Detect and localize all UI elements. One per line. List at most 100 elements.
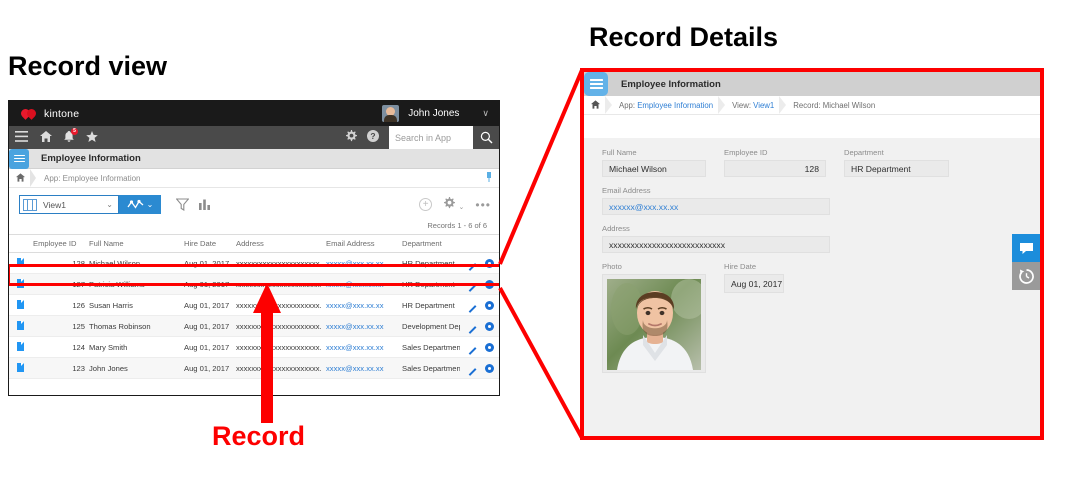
cell-email-address[interactable]: xxxxx@xxx.xx.xx <box>322 274 398 295</box>
user-menu[interactable]: John Jones ∨ <box>382 105 491 122</box>
star-icon[interactable] <box>86 131 98 144</box>
view-name: View1 <box>43 200 66 210</box>
gear-icon[interactable] <box>345 130 357 145</box>
column-header-full-name[interactable]: Full Name <box>85 235 180 253</box>
cell-email-address[interactable]: xxxxx@xxx.xx.xx <box>322 295 398 316</box>
record-doc-icon[interactable] <box>9 253 29 274</box>
breadcrumb-record: Record: Michael Wilson <box>793 101 875 110</box>
field-value-hire-date[interactable]: Aug 01, 2017 <box>724 274 784 293</box>
cell-department: Development Department <box>398 316 460 337</box>
detail-app-titlebar: Employee Information <box>584 72 1040 96</box>
kintone-logo[interactable]: kintone <box>21 108 79 120</box>
edit-record-icon[interactable] <box>468 364 477 373</box>
search-input[interactable] <box>389 128 473 147</box>
app-name: Employee Information <box>621 79 721 90</box>
comment-icon[interactable] <box>1012 234 1040 262</box>
column-header-department[interactable]: Department <box>398 235 460 253</box>
field-label-employee-id: Employee ID <box>724 148 826 157</box>
cell-email-address[interactable]: xxxxx@xxx.xx.xx <box>322 337 398 358</box>
settings-gear-icon[interactable]: ⌄ <box>443 197 464 212</box>
history-icon[interactable] <box>1012 262 1040 290</box>
cell-actions <box>460 295 500 316</box>
record-doc-icon[interactable] <box>9 337 29 358</box>
cell-actions <box>460 316 500 337</box>
breadcrumb-app[interactable]: App: Employee Information <box>619 101 713 110</box>
record-pointer-arrow <box>247 283 287 423</box>
detail-row-1: Full Name Michael Wilson Employee ID 128… <box>602 148 1040 177</box>
cell-email-address[interactable]: xxxxx@xxx.xx.xx <box>322 358 398 379</box>
cell-employee-id: 123 <box>29 358 85 379</box>
graph-icon[interactable] <box>193 195 215 215</box>
add-record-button[interactable]: + <box>419 198 432 211</box>
chart-toggle-button[interactable]: ⌄ <box>119 195 161 214</box>
record-details-title: Record Details <box>589 22 778 53</box>
column-header-address[interactable]: Address <box>232 235 322 253</box>
column-header-email-address[interactable]: Email Address <box>322 235 398 253</box>
field-value-address[interactable]: xxxxxxxxxxxxxxxxxxxxxxxxxxx <box>602 236 830 253</box>
cell-email-address[interactable]: xxxxx@xxx.xx.xx <box>322 253 398 274</box>
edit-record-icon[interactable] <box>468 322 477 331</box>
table-row[interactable]: 128Michael WilsonAug 01, 2017xxxxxxxxxxx… <box>9 253 500 274</box>
cell-hire-date: Aug 01, 2017 <box>180 274 232 295</box>
record-options-icon[interactable] <box>485 301 494 310</box>
field-value-employee-id[interactable]: 128 <box>724 160 826 177</box>
breadcrumb-view-link[interactable]: View1 <box>753 101 774 110</box>
more-options-button[interactable]: ••• <box>475 202 491 208</box>
hamburger-icon[interactable] <box>15 131 28 144</box>
cell-email-address[interactable]: xxxxx@xxx.xx.xx <box>322 316 398 337</box>
chevron-down-icon: ∨ <box>482 108 489 119</box>
cell-hire-date: Aug 01, 2017 <box>180 337 232 358</box>
record-options-icon[interactable] <box>485 364 494 373</box>
edit-record-icon[interactable] <box>468 301 477 310</box>
field-value-department[interactable]: HR Department <box>844 160 949 177</box>
kintone-logo-text: kintone <box>44 108 79 120</box>
breadcrumb-view[interactable]: View: View1 <box>732 101 774 110</box>
record-doc-icon[interactable] <box>9 358 29 379</box>
field-email-address: Email Address xxxxxx@xxx.xx.xx <box>602 186 830 215</box>
cell-hire-date: Aug 01, 2017 <box>180 253 232 274</box>
photo-frame[interactable] <box>602 274 706 373</box>
employee-photo <box>607 279 701 370</box>
record-options-icon[interactable] <box>485 322 494 331</box>
edit-record-icon[interactable] <box>468 259 477 268</box>
edit-record-icon[interactable] <box>468 280 477 289</box>
record-doc-icon[interactable] <box>9 274 29 295</box>
view-selector[interactable]: View1 ⌄ <box>19 195 119 214</box>
breadcrumb-app[interactable]: App: Employee Information <box>44 174 141 183</box>
user-name: John Jones <box>408 108 459 119</box>
field-label-department: Department <box>844 148 949 157</box>
record-options-icon[interactable] <box>485 280 494 289</box>
breadcrumb-separator <box>605 96 612 114</box>
record-callout-label: Record <box>212 421 305 452</box>
cell-department: HR Department <box>398 274 460 295</box>
app-titlebar: Employee Information <box>9 149 499 169</box>
home-icon[interactable] <box>40 131 52 144</box>
home-icon[interactable] <box>16 173 25 184</box>
field-value-email-address[interactable]: xxxxxx@xxx.xx.xx <box>602 198 830 215</box>
breadcrumb-app-link[interactable]: Employee Information <box>637 101 713 110</box>
cell-department: HR Department <box>398 253 460 274</box>
field-address: Address xxxxxxxxxxxxxxxxxxxxxxxxxxx <box>602 224 830 253</box>
home-icon[interactable] <box>591 100 600 111</box>
record-options-icon[interactable] <box>485 259 494 268</box>
svg-text:?: ? <box>370 131 375 141</box>
app-icon <box>584 72 608 96</box>
search-box[interactable] <box>389 126 499 149</box>
edit-record-icon[interactable] <box>468 343 477 352</box>
cell-address: xxxxxxxxxxxxxxxxxxxxxx... <box>232 253 322 274</box>
help-icon[interactable]: ? <box>367 130 379 145</box>
filter-icon[interactable] <box>171 195 193 215</box>
record-doc-icon[interactable] <box>9 295 29 316</box>
cell-full-name: Susan Harris <box>85 295 180 316</box>
cell-employee-id: 127 <box>29 274 85 295</box>
cell-department: Sales Department <box>398 337 460 358</box>
cell-department: HR Department <box>398 295 460 316</box>
pin-icon[interactable] <box>486 172 492 184</box>
field-value-full-name[interactable]: Michael Wilson <box>602 160 706 177</box>
column-header-employee-id[interactable]: Employee ID <box>29 235 85 253</box>
column-header-hire-date[interactable]: Hire Date <box>180 235 232 253</box>
record-doc-icon[interactable] <box>9 316 29 337</box>
search-icon[interactable] <box>473 126 499 149</box>
bell-icon[interactable]: 5 <box>64 131 74 144</box>
record-options-icon[interactable] <box>485 343 494 352</box>
